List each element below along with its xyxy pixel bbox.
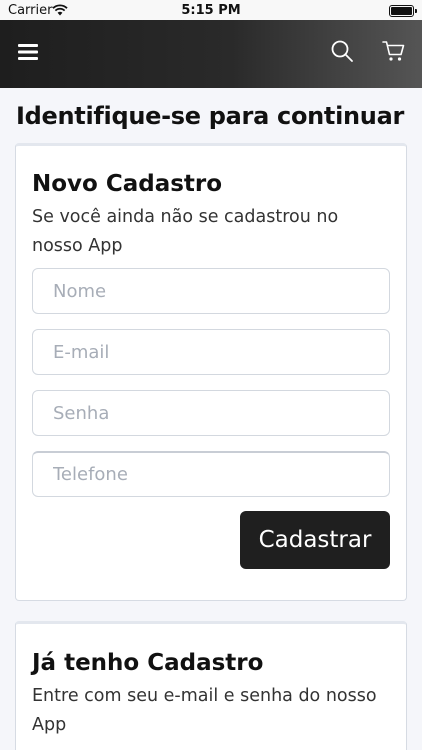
phone-input[interactable]	[32, 451, 390, 497]
register-button[interactable]: Cadastrar	[240, 511, 390, 569]
email-input[interactable]	[32, 329, 390, 375]
new-account-title: Novo Cadastro	[32, 171, 223, 197]
new-account-description: Se você ainda não se cadastrou no nosso …	[32, 207, 339, 256]
page-title: Identifique-se para continuar	[16, 102, 405, 130]
password-input[interactable]	[32, 390, 390, 436]
login-title: Já tenho Cadastro	[32, 650, 264, 676]
battery-icon	[389, 5, 417, 17]
cart-button[interactable]	[378, 37, 410, 69]
cart-icon	[382, 39, 406, 68]
status-bar: Carrier 5:15 PM	[0, 0, 422, 22]
login-description: Entre com seu e-mail e senha do nosso Ap…	[32, 686, 377, 735]
menu-button[interactable]	[12, 38, 44, 70]
new-account-card: Novo Cadastro Se você ainda não se cadas…	[15, 143, 407, 601]
clock: 5:15 PM	[181, 3, 241, 18]
hamburger-icon	[18, 43, 38, 65]
login-card: Já tenho Cadastro Entre com seu e-mail e…	[15, 621, 407, 750]
name-input[interactable]	[32, 268, 390, 314]
search-button[interactable]	[326, 37, 358, 69]
app-header	[0, 20, 422, 88]
search-icon	[330, 39, 354, 68]
